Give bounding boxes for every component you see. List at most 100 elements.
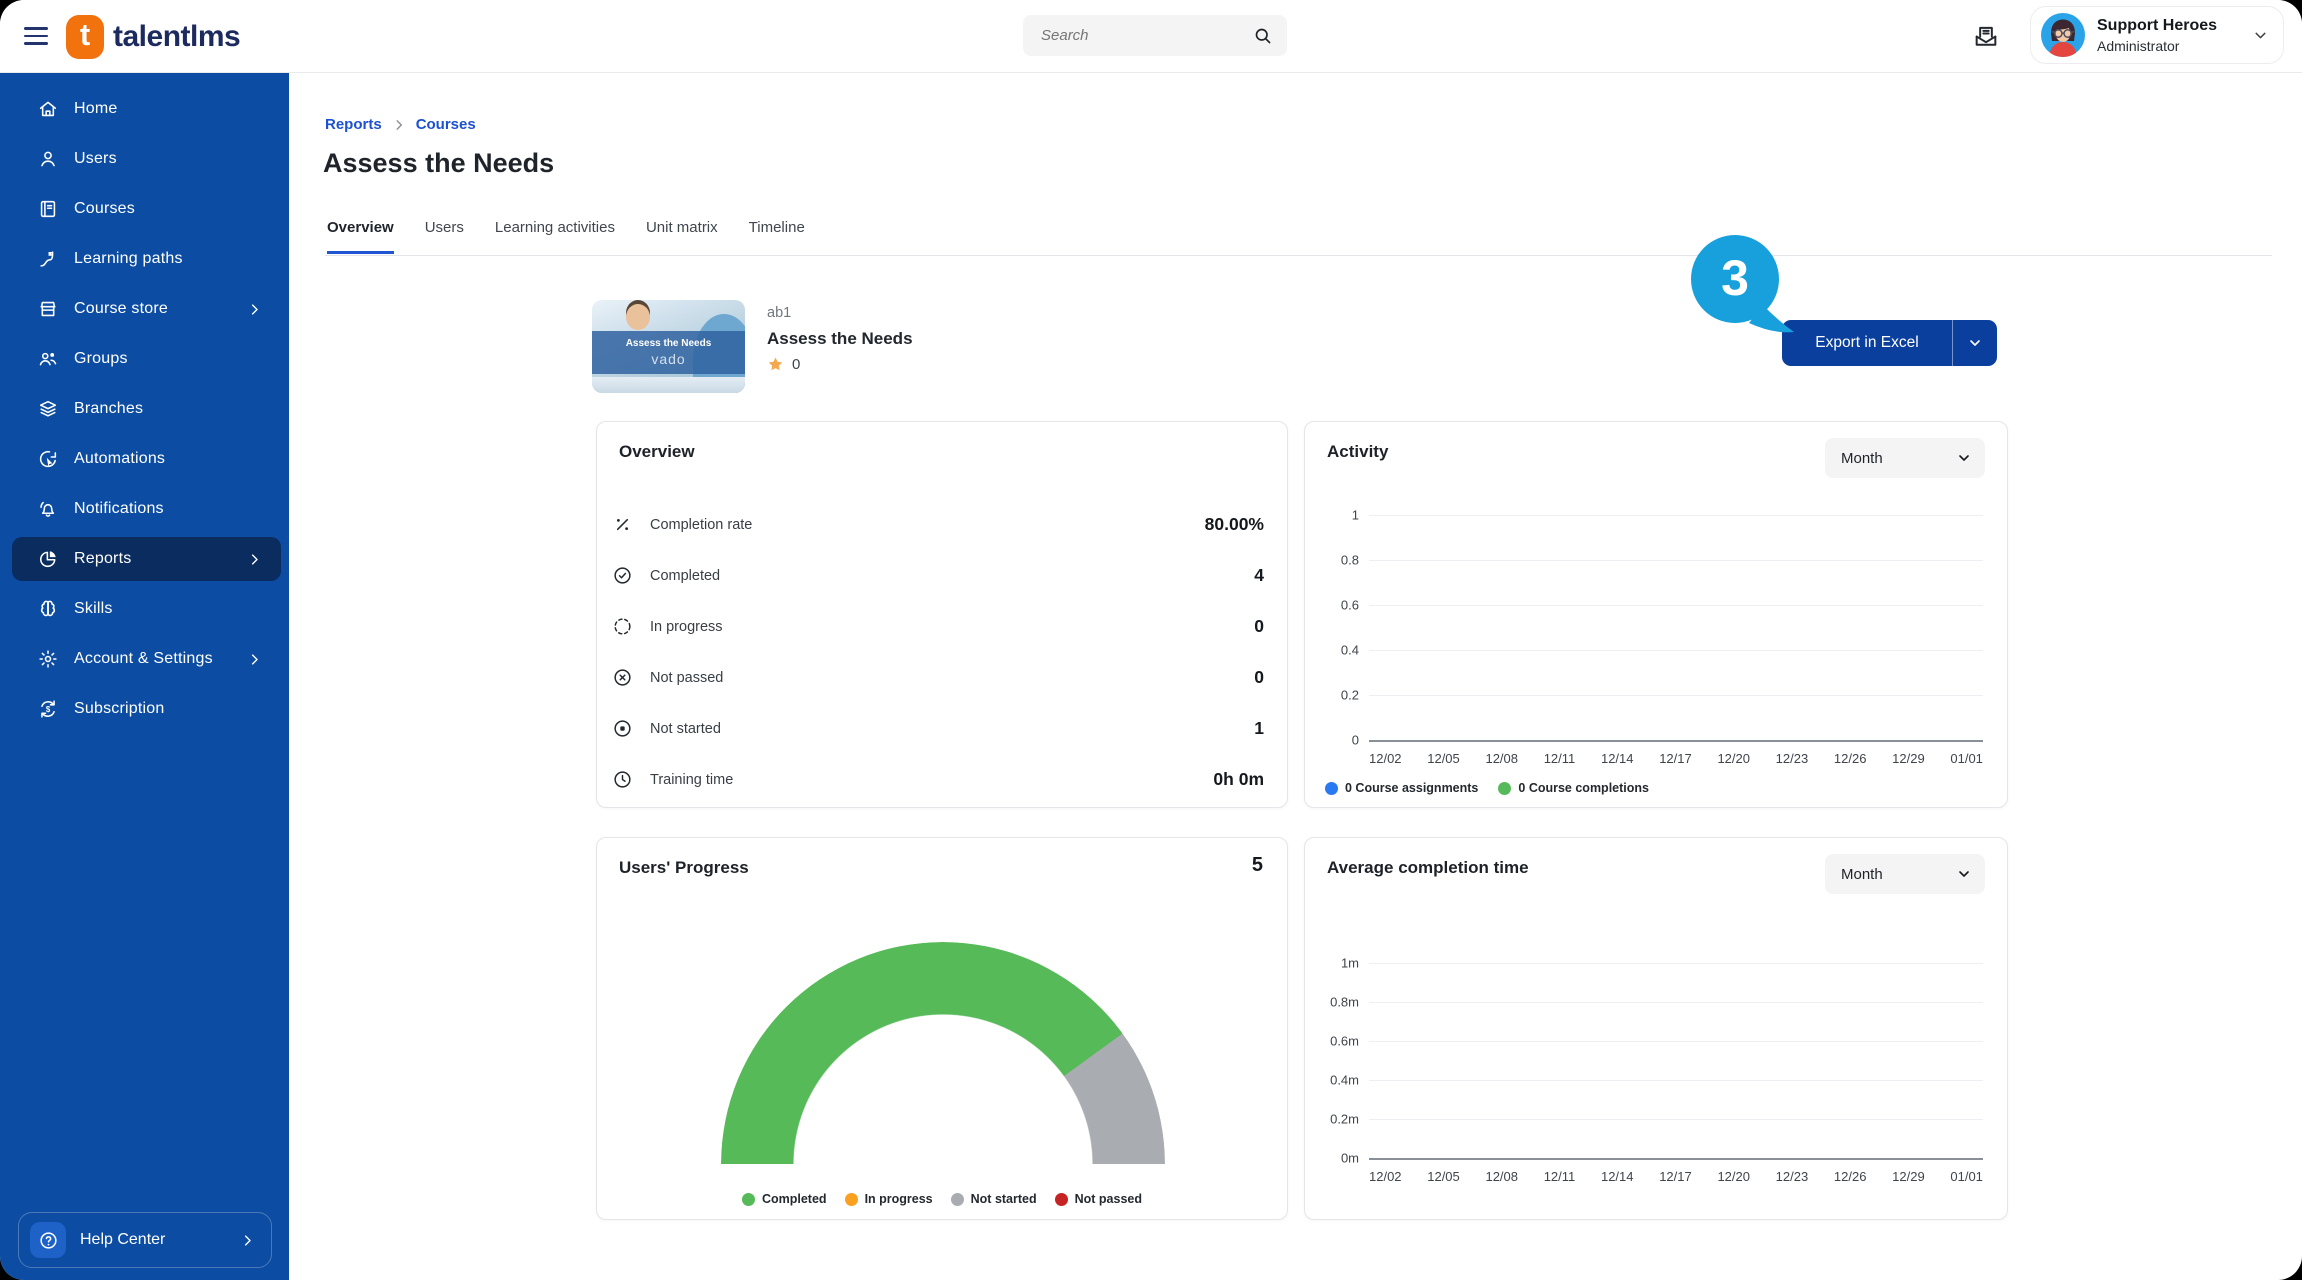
y-tick-label: 0.2m — [1330, 1111, 1359, 1127]
y-tick-label: 0.4m — [1330, 1072, 1359, 1088]
breadcrumb-courses[interactable]: Courses — [416, 116, 476, 133]
users-progress-title: Users' Progress — [619, 858, 749, 877]
export-label[interactable]: Export in Excel — [1782, 320, 1952, 366]
thumbnail-brand: vado — [651, 351, 686, 368]
avg-completion-period-select[interactable]: Month — [1825, 854, 1985, 894]
sidebar-item-subscription[interactable]: $ Subscription — [12, 687, 281, 731]
legend-label: Completed — [761, 1192, 827, 1206]
legend-dot — [1054, 1192, 1068, 1206]
tab-overview[interactable]: Overview — [327, 219, 394, 254]
legend-label: In progress — [864, 1192, 933, 1206]
sidebar-item-automations[interactable]: Automations — [12, 437, 281, 481]
tab-timeline[interactable]: Timeline — [749, 219, 805, 254]
activity-legend: 0 Course assignments 0 Course completions — [1325, 781, 1649, 795]
x-tick-label: 12/26 — [1833, 751, 1867, 766]
search-input[interactable] — [1023, 15, 1253, 56]
app-window: t talentlms Support Heroes Administrator — [0, 0, 2302, 1280]
storefront-icon — [37, 298, 59, 320]
activity-period-select[interactable]: Month — [1825, 438, 1985, 478]
export-in-excel-button[interactable]: Export in Excel — [1782, 320, 1997, 366]
sidebar-item-skills[interactable]: Skills — [12, 587, 281, 631]
course-thumbnail: Assess the Needs vado — [592, 300, 745, 393]
chevron-down-icon[interactable] — [2252, 27, 2269, 44]
sidebar-item-reports[interactable]: Reports — [12, 537, 281, 581]
activity-card: Activity Month 1 0.8 0.6 0.4 0.2 0 12/02 12/05 1… — [1304, 421, 2008, 808]
gridline — [1369, 1119, 1983, 1120]
messages-icon[interactable] — [1972, 22, 2000, 50]
sidebar-item-label: Account & Settings — [74, 650, 213, 667]
x-tick-label: 12/23 — [1775, 751, 1809, 766]
sidebar-item-branches[interactable]: Branches — [12, 387, 281, 431]
x-tick-label: 12/14 — [1600, 1169, 1634, 1184]
sidebar: Home Users Courses Learning paths Course sto… — [0, 73, 289, 1280]
x-tick-label: 12/02 — [1369, 1169, 1402, 1184]
sidebar-item-label: Subscription — [74, 700, 165, 717]
x-tick-label: 12/29 — [1892, 751, 1925, 766]
overview-row: Not started 1 — [612, 703, 1264, 754]
star-icon — [766, 355, 785, 374]
gridline — [1369, 650, 1983, 651]
book-icon — [37, 198, 59, 220]
overview-row-label: In progress — [650, 618, 723, 635]
x-tick-label: 01/01 — [1950, 1169, 1983, 1184]
sidebar-item-label: Notifications — [74, 500, 164, 517]
activity-card-title: Activity — [1327, 442, 1389, 461]
legend-item: Not passed — [1054, 1192, 1142, 1206]
hamburger-menu-button[interactable] — [24, 25, 48, 47]
thumbnail-title: Assess the Needs — [625, 338, 712, 350]
avg-completion-card: Average completion time Month 1m 0.8m 0.6m… — [1304, 837, 2008, 1220]
sidebar-item-courses[interactable]: Courses — [12, 187, 281, 231]
tab-users[interactable]: Users — [425, 219, 464, 254]
sidebar-item-label: Course store — [74, 300, 168, 317]
y-tick-label: 0.6m — [1330, 1033, 1359, 1049]
tab-unit-matrix[interactable]: Unit matrix — [646, 219, 718, 254]
users-progress-gauge — [721, 942, 1165, 1164]
x-axis-labels: 12/02 12/05 12/08 12/11 12/14 12/17 12/20 12/23… — [1369, 751, 1983, 766]
chevron-right-icon — [247, 552, 262, 567]
x-tick-label: 12/05 — [1427, 751, 1460, 766]
sidebar-item-account-settings[interactable]: Account & Settings — [12, 637, 281, 681]
dot-circle-icon — [612, 718, 633, 739]
legend-dot — [950, 1192, 964, 1206]
gridline — [1369, 515, 1983, 516]
legend-label: 0 Course assignments — [1345, 781, 1479, 795]
user-menu[interactable]: Support Heroes Administrator — [2030, 6, 2284, 64]
breadcrumb-reports[interactable]: Reports — [325, 116, 382, 133]
sidebar-item-help-center[interactable]: Help Center — [18, 1212, 272, 1268]
search-bar — [1023, 15, 1287, 56]
sidebar-item-label: Groups — [74, 350, 128, 367]
sidebar-item-learning-paths[interactable]: Learning paths — [12, 237, 281, 281]
y-tick-label: 1m — [1340, 955, 1359, 971]
rating-value: 0 — [792, 356, 801, 373]
overview-row: Completed 4 — [612, 550, 1264, 601]
search-icon[interactable] — [1253, 26, 1273, 46]
help-badge — [30, 1222, 66, 1258]
legend-label: Not started — [970, 1192, 1037, 1206]
overview-rows: Completion rate 80.00% Completed 4 In progre… — [612, 499, 1264, 805]
x-tick-label: 12/14 — [1600, 751, 1634, 766]
sidebar-item-label: Users — [74, 150, 117, 167]
legend-label: 0 Course completions — [1518, 781, 1649, 795]
export-dropdown-toggle[interactable] — [1952, 320, 1997, 366]
users-progress-card: Users' Progress 5 Completed In progress No… — [596, 837, 1288, 1220]
legend-item: Completed — [741, 1192, 827, 1206]
y-tick-label: 0.4 — [1340, 642, 1359, 658]
sidebar-item-course-store[interactable]: Course store — [12, 287, 281, 331]
sidebar-item-groups[interactable]: Groups — [12, 337, 281, 381]
sidebar-nav: Home Users Courses Learning paths Course sto… — [0, 73, 289, 731]
clock-icon — [612, 769, 633, 790]
automation-icon — [37, 448, 59, 470]
x-tick-label: 12/17 — [1659, 1169, 1692, 1184]
overview-row: Not passed 0 — [612, 652, 1264, 703]
sidebar-item-notifications[interactable]: Notifications — [12, 487, 281, 531]
sidebar-item-users[interactable]: Users — [12, 137, 281, 181]
thumbnail-banner: Assess the Needs vado — [592, 330, 745, 375]
overview-row-label: Not passed — [650, 669, 724, 686]
gridline — [1369, 963, 1983, 964]
thumbnail-figure — [626, 304, 650, 330]
tab-learning-activities[interactable]: Learning activities — [495, 219, 615, 254]
sidebar-item-label: Skills — [74, 600, 113, 617]
sidebar-item-home[interactable]: Home — [12, 87, 281, 131]
user-name: Support Heroes — [2097, 16, 2218, 34]
annotation-number: 3 — [1721, 250, 1749, 306]
